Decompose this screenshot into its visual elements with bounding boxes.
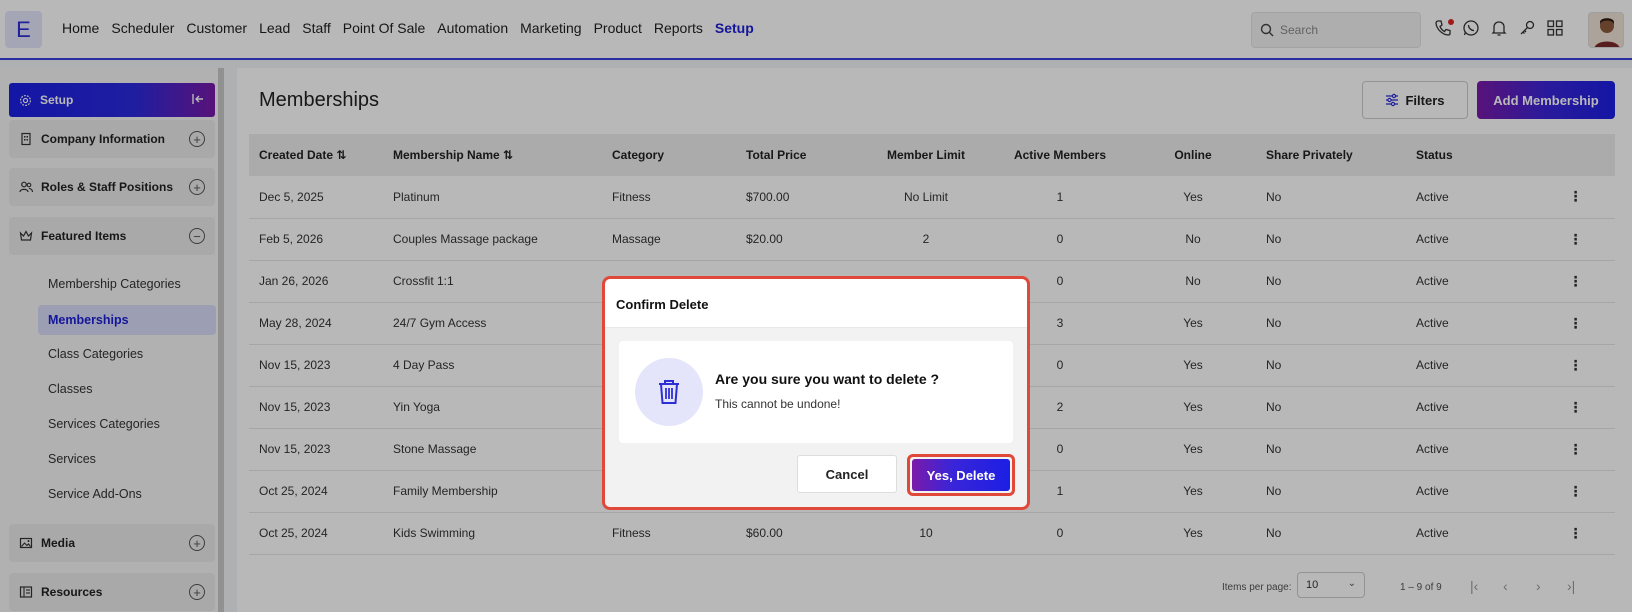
yes-delete-button[interactable]: Yes, Delete (912, 459, 1010, 491)
confirm-button-highlight: Yes, Delete (907, 454, 1015, 496)
trash-icon (635, 358, 703, 426)
dialog-subtext: This cannot be undone! (715, 397, 841, 411)
confirm-delete-dialog: Confirm Delete Are you sure you want to … (602, 276, 1030, 510)
dialog-message-card: Are you sure you want to delete ? This c… (619, 341, 1013, 443)
cancel-button[interactable]: Cancel (797, 455, 897, 493)
dialog-question: Are you sure you want to delete ? (715, 371, 940, 387)
dialog-title: Confirm Delete (616, 297, 709, 312)
